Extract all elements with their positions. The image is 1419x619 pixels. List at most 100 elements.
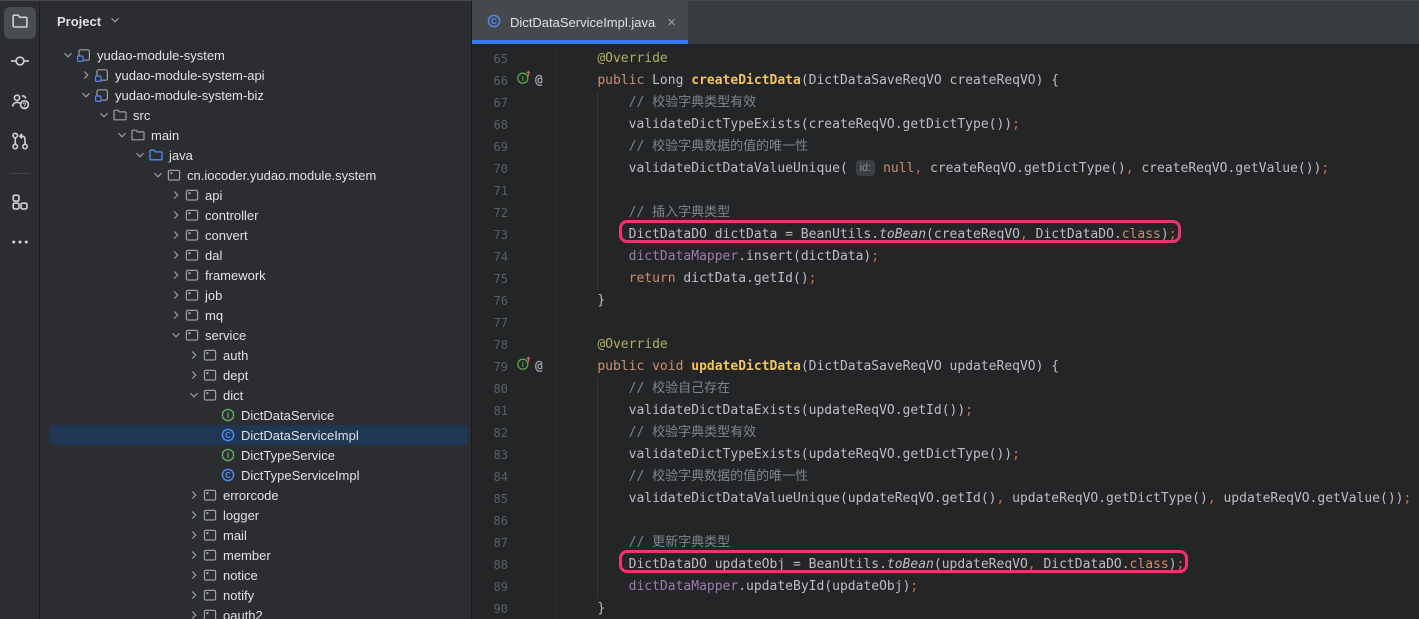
tool-pull-requests-button[interactable] [4,127,36,159]
code-line-77[interactable]: 77 [472,312,1419,334]
code-line-78[interactable]: 78 @Override [472,334,1419,356]
tree-item-service[interactable]: service [40,325,471,345]
line-number[interactable]: 69 [472,136,512,158]
code-line-73[interactable]: 73 DictDataDO dictData = BeanUtils.toBea… [472,224,1419,246]
code-line-74[interactable]: 74 dictDataMapper.insert(dictData); [472,246,1419,268]
code-line-72[interactable]: 72 // 插入字典类型 [472,202,1419,224]
implements-method-icon[interactable]: I [516,356,531,379]
chevron-down-icon[interactable] [131,148,148,162]
line-number[interactable]: 72 [472,202,512,224]
tree-item-errorcode[interactable]: errorcode [40,485,471,505]
line-number[interactable]: 81 [472,400,512,422]
tree-item-convert[interactable]: convert [40,225,471,245]
code-line-65[interactable]: 65 @Override [472,48,1419,70]
line-number[interactable]: 78 [472,334,512,356]
line-number[interactable]: 73 [472,224,512,246]
chevron-right-icon[interactable] [167,208,184,222]
tree-item-dicttypeservice[interactable]: IDictTypeService [40,445,471,465]
chevron-down-icon[interactable] [149,168,166,182]
tool-more-button[interactable] [4,228,36,260]
line-number[interactable]: 79 [472,356,512,378]
line-number[interactable]: 76 [472,290,512,312]
chevron-right-icon[interactable] [185,488,202,502]
tree-item-dictdataservice[interactable]: IDictDataService [40,405,471,425]
tree-item-yudao-module-system-api[interactable]: yudao-module-system-api [40,65,471,85]
chevron-right-icon[interactable] [185,568,202,582]
annotation-gutter-icon[interactable]: @ [535,356,543,378]
tree-item-oauth2[interactable]: oauth2 [40,605,471,619]
line-number[interactable]: 86 [472,510,512,532]
tree-item-controller[interactable]: controller [40,205,471,225]
tree-item-src[interactable]: src [40,105,471,125]
tree-item-dictdataserviceimpl[interactable]: CDictDataServiceImpl [40,425,471,445]
code-line-89[interactable]: 89 dictDataMapper.updateById(updateObj); [472,576,1419,598]
code-line-71[interactable]: 71 [472,180,1419,202]
line-number[interactable]: 87 [472,532,512,554]
chevron-right-icon[interactable] [185,588,202,602]
line-number[interactable]: 71 [472,180,512,202]
tree-item-dept[interactable]: dept [40,365,471,385]
code-line-81[interactable]: 81 validateDictDataExists(updateReqVO.ge… [472,400,1419,422]
tree-item-dict[interactable]: dict [40,385,471,405]
tree-item-mail[interactable]: mail [40,525,471,545]
line-number[interactable]: 65 [472,48,512,70]
line-number[interactable]: 90 [472,598,512,619]
chevron-right-icon[interactable] [185,368,202,382]
tree-item-logger[interactable]: logger [40,505,471,525]
code-line-90[interactable]: 90 } [472,598,1419,619]
chevron-down-icon[interactable] [167,328,184,342]
tree-item-notice[interactable]: notice [40,565,471,585]
code-line-84[interactable]: 84 // 校验字典数据的值的唯一性 [472,466,1419,488]
code-line-88[interactable]: 88 DictDataDO updateObj = BeanUtils.toBe… [472,554,1419,576]
chevron-right-icon[interactable] [167,308,184,322]
line-number[interactable]: 84 [472,466,512,488]
line-number[interactable]: 88 [472,554,512,576]
close-icon[interactable]: × [663,15,676,30]
chevron-right-icon[interactable] [167,268,184,282]
tool-project-button[interactable] [4,7,36,39]
chevron-right-icon[interactable] [167,288,184,302]
tree-item-main[interactable]: main [40,125,471,145]
tree-item-notify[interactable]: notify [40,585,471,605]
chevron-right-icon[interactable] [167,228,184,242]
chevron-right-icon[interactable] [185,608,202,619]
line-number[interactable]: 75 [472,268,512,290]
code-line-70[interactable]: 70 validateDictDataValueUnique( id: null… [472,158,1419,180]
line-number[interactable]: 70 [472,158,512,180]
project-panel-header[interactable]: Project [40,1,471,43]
code-line-87[interactable]: 87 // 更新字典类型 [472,532,1419,554]
tree-item-auth[interactable]: auth [40,345,471,365]
tool-code-with-me-button[interactable]: ? [4,87,36,119]
chevron-right-icon[interactable] [185,528,202,542]
line-number[interactable]: 83 [472,444,512,466]
chevron-down-icon[interactable] [59,48,76,62]
tab-dictdataserviceimpl[interactable]: C DictDataServiceImpl.java × [472,1,688,44]
code-line-80[interactable]: 80 // 校验自己存在 [472,378,1419,400]
line-number[interactable]: 77 [472,312,512,334]
tool-structure-button[interactable] [4,188,36,220]
tree-item-java[interactable]: java [40,145,471,165]
tree-item-api[interactable]: api [40,185,471,205]
code-line-82[interactable]: 82 // 校验字典类型有效 [472,422,1419,444]
tree-item-member[interactable]: member [40,545,471,565]
chevron-down-icon[interactable] [95,108,112,122]
code-line-86[interactable]: 86 [472,510,1419,532]
tree-item-framework[interactable]: framework [40,265,471,285]
code-line-69[interactable]: 69 // 校验字典数据的值的唯一性 [472,136,1419,158]
tree-item-cn-iocoder-yudao-module-system[interactable]: cn.iocoder.yudao.module.system [40,165,471,185]
code-line-83[interactable]: 83 validateDictTypeExists(updateReqVO.ge… [472,444,1419,466]
code-line-75[interactable]: 75 return dictData.getId(); [472,268,1419,290]
code-line-79[interactable]: 79I@ public void updateDictData(DictData… [472,356,1419,378]
tree-item-dal[interactable]: dal [40,245,471,265]
chevron-down-icon[interactable] [113,128,130,142]
code-line-85[interactable]: 85 validateDictDataValueUnique(updateReq… [472,488,1419,510]
code-line-67[interactable]: 67 // 校验字典类型有效 [472,92,1419,114]
chevron-right-icon[interactable] [185,348,202,362]
line-number[interactable]: 66 [472,70,512,92]
tree-item-mq[interactable]: mq [40,305,471,325]
chevron-right-icon[interactable] [167,248,184,262]
tree-item-yudao-module-system[interactable]: yudao-module-system [40,45,471,65]
chevron-right-icon[interactable] [167,188,184,202]
implements-method-icon[interactable]: I [516,70,531,93]
chevron-right-icon[interactable] [185,548,202,562]
